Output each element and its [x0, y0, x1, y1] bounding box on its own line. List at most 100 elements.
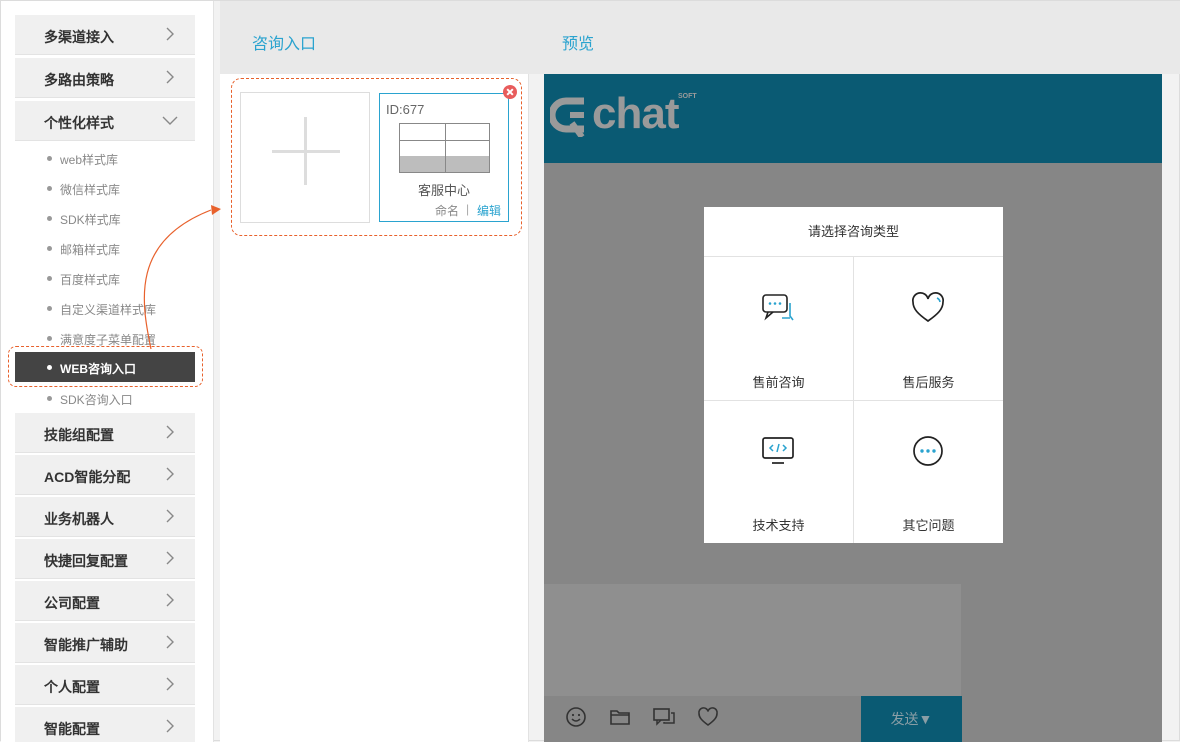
sidebar-group-label: 业务机器人: [44, 511, 114, 527]
sidebar-item-wechat-styles[interactable]: 微信样式库: [15, 174, 195, 202]
tab-preview[interactable]: 预览: [562, 30, 594, 54]
sidebar-group-label: 智能推广辅助: [44, 637, 128, 653]
bullet-icon: [47, 186, 52, 191]
sidebar-item-label: SDK样式库: [60, 213, 121, 227]
ellipsis-circle-icon: [913, 436, 943, 466]
sidebar-group-label: 智能配置: [44, 721, 100, 737]
emoji-icon[interactable]: [564, 705, 588, 729]
bullet-icon: [47, 246, 52, 251]
logo-text: chat: [592, 89, 679, 138]
message-input[interactable]: [544, 584, 961, 696]
sidebar-group-multichannel[interactable]: 多渠道接入: [15, 15, 195, 55]
sidebar-group-styles[interactable]: 个性化样式: [15, 101, 195, 141]
delete-template-icon[interactable]: [503, 85, 517, 99]
sidebar-group-label: 个人配置: [44, 679, 100, 695]
option-label: 技术支持: [752, 518, 805, 533]
preview-panel: chat SOFT 请选择咨询类型 售前咨询 售后服务 技术支持 其它问题 发送…: [544, 74, 1162, 742]
sidebar-item-sdk-styles[interactable]: SDK样式库: [15, 204, 195, 232]
template-thumbnail: [399, 123, 490, 173]
sidebar-group-label: 快捷回复配置: [44, 553, 128, 569]
rename-link[interactable]: 命名: [435, 202, 459, 219]
dialog-title: 请选择咨询类型: [704, 207, 1003, 257]
sidebar-item-custom-channel-styles[interactable]: 自定义渠道样式库: [15, 294, 195, 322]
template-id: ID:677: [386, 102, 425, 117]
preview-header: chat SOFT: [544, 74, 1162, 163]
sidebar-item-label: 微信样式库: [60, 183, 121, 197]
option-presales[interactable]: 售前咨询: [704, 258, 853, 401]
sidebar-group-smart[interactable]: 智能配置: [15, 707, 195, 742]
chevron-right-icon: [166, 593, 174, 607]
sidebar-item-label: 邮箱样式库: [60, 243, 121, 257]
sidebar: 多渠道接入 多路由策略 个性化样式 web样式库 微信样式库 SDK样式库 邮箱…: [1, 1, 214, 742]
sidebar-group-label: 个性化样式: [44, 115, 114, 131]
sidebar-group-robot[interactable]: 业务机器人: [15, 497, 195, 537]
chevron-right-icon: [166, 509, 174, 523]
plus-icon: [304, 117, 307, 185]
app-frame: 多渠道接入 多路由策略 个性化样式 web样式库 微信样式库 SDK样式库 邮箱…: [0, 0, 1180, 742]
sidebar-item-label: SDK咨询入口: [60, 393, 133, 407]
grid-line: [445, 124, 446, 172]
sidebar-item-baidu-styles[interactable]: 百度样式库: [15, 264, 195, 292]
sidebar-group-routing[interactable]: 多路由策略: [15, 58, 195, 98]
edit-link[interactable]: 编辑: [477, 202, 501, 219]
sidebar-item-web-styles[interactable]: web样式库: [15, 144, 195, 172]
sidebar-group-label: ACD智能分配: [44, 469, 131, 485]
action-separator: |: [466, 202, 470, 216]
chevron-right-icon: [166, 719, 174, 733]
folder-icon[interactable]: [608, 705, 632, 729]
option-techsupport[interactable]: 技术支持: [704, 401, 853, 544]
consult-type-dialog: 请选择咨询类型 售前咨询 售后服务 技术支持 其它问题: [704, 207, 1003, 543]
sidebar-item-sdk-entry[interactable]: SDK咨询入口: [15, 384, 195, 412]
option-other[interactable]: 其它问题: [854, 401, 1003, 544]
option-aftersales[interactable]: 售后服务: [854, 258, 1003, 401]
bullet-icon: [47, 216, 52, 221]
add-entry-button[interactable]: [240, 92, 370, 223]
template-actions: 命名 | 编辑: [380, 200, 508, 221]
bullet-icon: [47, 336, 52, 341]
chevron-right-icon: [166, 425, 174, 439]
chevron-right-icon: [166, 677, 174, 691]
sidebar-group-label: 技能组配置: [44, 427, 114, 443]
template-title: 客服中心: [417, 183, 470, 198]
sidebar-group-skill-groups[interactable]: 技能组配置: [15, 413, 195, 453]
sidebar-group-label: 多路由策略: [44, 72, 114, 88]
option-label: 其它问题: [902, 518, 955, 533]
chevron-right-icon: [166, 551, 174, 565]
sidebar-group-quick-reply[interactable]: 快捷回复配置: [15, 539, 195, 579]
chat-toolbar: 发送▼: [544, 696, 1162, 742]
entry-template-card[interactable]: ID:677 客服中心 命名 | 编辑: [379, 93, 509, 222]
chevron-down-icon: [162, 116, 178, 125]
chat-history-icon[interactable]: [652, 705, 676, 729]
chevron-right-icon: [166, 467, 174, 481]
sidebar-group-acd[interactable]: ACD智能分配: [15, 455, 195, 495]
sidebar-item-label: 百度样式库: [60, 273, 121, 287]
echat-logo: chat SOFT: [550, 89, 710, 145]
chat-bubbles-icon: [762, 294, 794, 321]
logo-e-icon: [550, 97, 585, 137]
bullet-icon: [47, 156, 52, 161]
sidebar-group-personal[interactable]: 个人配置: [15, 665, 195, 705]
sidebar-group-label: 公司配置: [44, 595, 100, 611]
sidebar-group-company[interactable]: 公司配置: [15, 581, 195, 621]
option-label: 售后服务: [902, 375, 955, 390]
option-label: 售前咨询: [752, 375, 805, 390]
content-header: 咨询入口 预览: [220, 1, 1180, 74]
send-button[interactable]: 发送▼: [861, 696, 962, 742]
highlight-annotation: [8, 346, 203, 387]
sidebar-item-email-styles[interactable]: 邮箱样式库: [15, 234, 195, 262]
sidebar-item-label: web样式库: [60, 153, 119, 167]
bullet-icon: [47, 306, 52, 311]
bullet-icon: [47, 276, 52, 281]
logo-soft: SOFT: [678, 93, 697, 100]
sidebar-group-label: 多渠道接入: [44, 29, 114, 45]
bullet-icon: [47, 396, 52, 401]
sidebar-item-label: 自定义渠道样式库: [60, 303, 157, 317]
tab-entry[interactable]: 咨询入口: [252, 30, 316, 54]
heart-icon: [912, 292, 944, 323]
chevron-right-icon: [166, 70, 174, 84]
chevron-right-icon: [166, 27, 174, 41]
monitor-code-icon: [762, 437, 794, 464]
heart-icon[interactable]: [696, 705, 720, 729]
sidebar-group-promotion[interactable]: 智能推广辅助: [15, 623, 195, 663]
chevron-right-icon: [166, 635, 174, 649]
